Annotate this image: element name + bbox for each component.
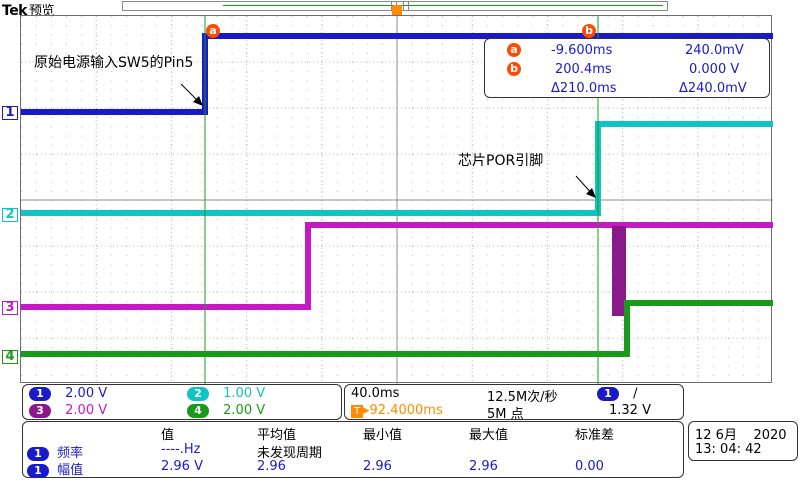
channel-scales[interactable]: 1 2.00 V 2 1.00 V 3 2.00 V 4 2.00 V: [22, 384, 342, 420]
meas-row-amplitude[interactable]: 1 幅值: [27, 459, 83, 478]
cursor-a-time: -9.600ms: [551, 43, 613, 58]
ch2-marker[interactable]: 2: [2, 208, 18, 222]
timebase-panel[interactable]: 40.0ms 12.5M次/秒 1 ∕ T ▸92.4000ms 5M 点 1.3…: [344, 384, 684, 422]
meas-row-ch: 1: [27, 464, 49, 478]
cursor-b-time: 200.4ms: [555, 62, 612, 77]
readout-b-tag: b: [507, 62, 521, 76]
record-view-line: [223, 5, 663, 6]
time-display: 13: 04: 42: [695, 442, 762, 457]
ch1-marker[interactable]: 1: [2, 106, 18, 120]
trigger-t-icon: T: [351, 405, 363, 418]
trigger-position-value: ▸92.4000ms: [363, 403, 443, 418]
trigger-position: T ▸92.4000ms: [351, 403, 443, 418]
meas-row-name: 幅值: [57, 463, 84, 478]
ch2-indicator: 2: [187, 387, 209, 401]
cursor-readout: a -9.600ms 240.0mV b 200.4ms 0.000 V Δ21…: [484, 38, 770, 98]
record-length: 5M 点: [487, 407, 524, 422]
ch3-indicator: 3: [29, 404, 51, 418]
meas-header-mean: 平均值: [257, 428, 297, 443]
cursor-b-volt: 0.000 V: [689, 62, 740, 77]
ch1-scale[interactable]: 1 2.00 V: [29, 386, 107, 401]
cursor-a-volt: 240.0mV: [685, 43, 744, 58]
cursor-delta-row: Δ210.0ms Δ240.0mV: [485, 81, 769, 99]
cursor-delta-time: Δ210.0ms: [551, 81, 617, 96]
cursor-b-row: b 200.4ms 0.000 V: [485, 62, 769, 80]
trigger-level: 1.32 V: [609, 403, 651, 418]
cursor-b-tag[interactable]: b: [582, 24, 596, 38]
date-display: 12 6月 2020: [695, 428, 787, 443]
meas-amp-mean: 2.96: [257, 459, 286, 474]
meas-amp-max: 2.96: [469, 459, 498, 474]
ch4-indicator: 4: [187, 404, 209, 418]
input-annotation: 原始电源输入SW5的Pin5: [34, 55, 194, 71]
trigger-channel: 1: [597, 387, 619, 401]
por-annotation: 芯片POR引脚: [458, 153, 544, 169]
meas-header-max: 最大值: [469, 428, 509, 443]
ch4-scale-value: 2.00 V: [223, 403, 266, 418]
record-window-right: [403, 1, 409, 11]
ch1-scale-value: 2.00 V: [65, 386, 108, 401]
meas-header-value: 值: [161, 428, 175, 443]
ch3-scale-value: 2.00 V: [65, 403, 108, 418]
meas-header-min: 最小值: [363, 428, 403, 443]
trigger-source: 1 ∕: [597, 386, 638, 401]
meas-amp-std: 0.00: [575, 459, 604, 474]
ch1-indicator: 1: [29, 387, 51, 401]
cursor-delta-volt: Δ240.0mV: [679, 81, 747, 96]
ch3-scale[interactable]: 3 2.00 V: [29, 403, 107, 418]
ch4-scale[interactable]: 4 2.00 V: [187, 403, 265, 418]
meas-freq-value: ----.Hz: [161, 442, 201, 457]
ch2-scale[interactable]: 2 1.00 V: [187, 386, 265, 401]
meas-header-std: 标准差: [575, 428, 615, 443]
datetime-panel: 12 6月 2020 13: 04: 42: [688, 421, 798, 461]
trigger-slope: ∕: [633, 386, 638, 401]
meas-amp-value: 2.96 V: [161, 459, 203, 474]
measurement-panel[interactable]: 值 平均值 最小值 最大值 标准差 1 频率 ----.Hz 未发现周期 1 幅…: [22, 421, 684, 478]
meas-amp-min: 2.96: [363, 459, 392, 474]
ch3-marker[interactable]: 3: [2, 301, 18, 315]
cursor-a-row: a -9.600ms 240.0mV: [485, 43, 769, 61]
cursor-a-tag[interactable]: a: [206, 24, 220, 38]
ch2-scale-value: 1.00 V: [223, 386, 266, 401]
ch4-marker[interactable]: 4: [2, 350, 18, 364]
readout-a-tag: a: [507, 43, 521, 57]
timebase-scale: 40.0ms: [351, 386, 400, 401]
